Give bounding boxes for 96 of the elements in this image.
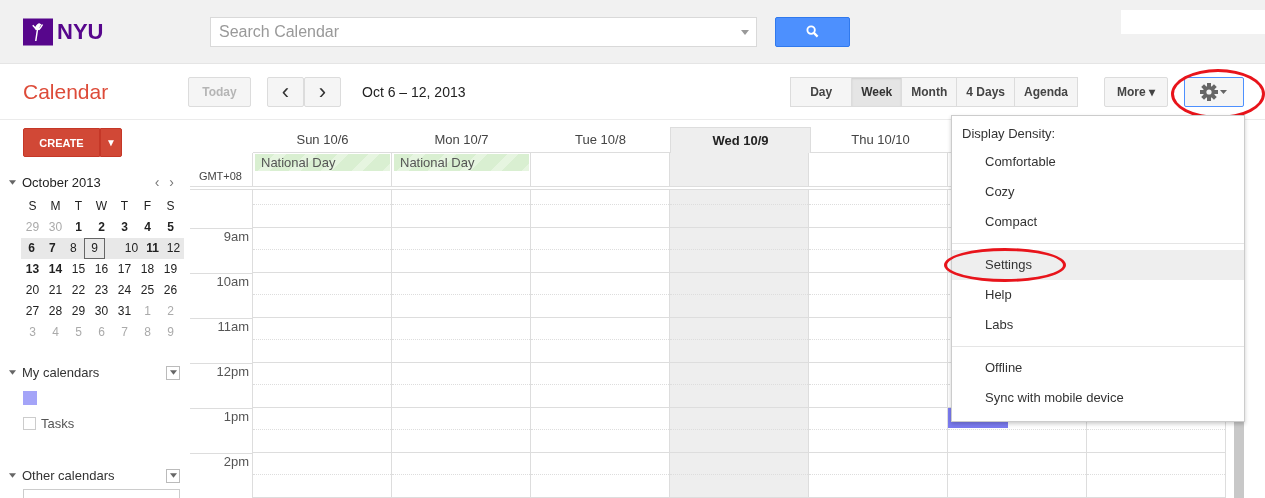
date-cell[interactable]: 12 (163, 239, 184, 258)
hour-label: 1pm (223, 409, 249, 424)
section-title: My calendars (22, 365, 101, 380)
date-cell[interactable]: 4 (136, 218, 159, 237)
date-cell[interactable]: 7 (41, 239, 63, 258)
app-title: Calendar (23, 79, 110, 104)
menu-item[interactable]: Comfortable (952, 147, 1244, 177)
search-button[interactable] (775, 16, 850, 47)
create-button[interactable]: CREATE (23, 128, 100, 157)
collapse-icon (9, 473, 16, 478)
date-cell[interactable]: 30 (90, 302, 113, 321)
torch-logo-icon (23, 16, 53, 47)
hour-label: 2pm (223, 454, 249, 469)
day-header[interactable]: Thu 10/10 (811, 127, 950, 153)
menu-item[interactable]: Compact (952, 207, 1244, 237)
menu-item[interactable]: Settings (952, 250, 1244, 280)
hour-label: 11am (217, 319, 249, 334)
dropdown-button[interactable] (166, 468, 180, 483)
date-cell[interactable]: 8 (62, 239, 84, 258)
settings-icon (1199, 81, 1229, 102)
section-title: Other calendars (22, 468, 116, 483)
weekday-label: S (165, 198, 176, 215)
date-cell[interactable]: 15 (67, 260, 90, 279)
collapse-icon (9, 370, 16, 375)
weekday-label: W (94, 198, 109, 215)
all-day-event[interactable]: National Day (255, 154, 390, 171)
hour-label: 12pm (216, 364, 249, 379)
date-cell[interactable]: 24 (113, 281, 136, 300)
caret-icon (169, 370, 177, 375)
create-menu-button[interactable]: ▼ (100, 128, 122, 157)
day-header[interactable]: Sun 10/6 (253, 127, 392, 153)
date-cell[interactable]: 3 (113, 218, 136, 237)
previous-button[interactable]: ‹ (267, 76, 304, 107)
view-tab[interactable]: Month (901, 76, 958, 107)
date-cell[interactable]: 2 (90, 218, 113, 237)
month-title: October 2013 (22, 174, 102, 190)
view-tab[interactable]: Agenda (1014, 76, 1078, 107)
date-cell[interactable]: 26 (159, 281, 182, 300)
view-tab[interactable]: Week (851, 76, 903, 107)
date-cell[interactable]: 13 (21, 260, 44, 279)
menu-item[interactable]: Cozy (952, 177, 1244, 207)
date-cell[interactable]: 25 (136, 281, 159, 300)
date-cell[interactable]: 5 (159, 218, 182, 237)
search-icon (806, 25, 819, 38)
weekday-label: M (49, 198, 62, 215)
date-cell[interactable]: 23 (90, 281, 113, 300)
date-cell[interactable]: 6 (21, 239, 42, 258)
date-cell[interactable]: 28 (44, 302, 67, 321)
weekday-label: F (142, 198, 153, 215)
date-cell[interactable]: 10 (121, 239, 143, 258)
menu-item[interactable]: Labs (952, 310, 1244, 340)
menu-heading: Display Density: (961, 125, 1057, 143)
settings-button[interactable] (1184, 76, 1244, 107)
more-button[interactable]: More ▾ (1104, 76, 1168, 107)
date-cell[interactable]: 14 (44, 260, 67, 279)
date-cell[interactable]: 18 (136, 260, 159, 279)
date-range: Oct 6 – 12, 2013 (362, 83, 466, 100)
date-cell[interactable]: 17 (113, 260, 136, 279)
caret-icon (741, 29, 749, 35)
all-day-event[interactable]: National Day (394, 154, 529, 171)
dropdown-button[interactable] (166, 365, 180, 380)
view-tab[interactable]: Day (790, 76, 853, 107)
collapse-icon (9, 179, 16, 185)
menu-item[interactable]: Sync with mobile device (952, 383, 1244, 413)
date-cell[interactable]: 29 (67, 302, 90, 321)
weekday-label: T (73, 198, 84, 215)
date-cell[interactable]: 31 (113, 302, 136, 321)
date-cell[interactable]: 11 (142, 239, 163, 258)
timezone-label: GMT+08 (198, 170, 242, 182)
previous-month-button[interactable]: ‹ (149, 174, 165, 190)
view-tab[interactable]: 4 Days (956, 76, 1015, 107)
date-cell[interactable]: 27 (21, 302, 44, 321)
checkbox[interactable] (23, 417, 36, 430)
date-cell[interactable]: 9 (83, 238, 106, 259)
menu-item[interactable]: Help (952, 280, 1244, 310)
hour-label: 9am (223, 229, 249, 244)
date-cell[interactable]: 1 (67, 218, 90, 237)
hour-label: 10am (216, 274, 249, 289)
date-cell[interactable]: 19 (159, 260, 182, 279)
weekday-label: S (27, 198, 38, 215)
caret-icon (169, 473, 177, 478)
calendar-label: Tasks (41, 416, 75, 431)
date-cell[interactable]: 20 (21, 281, 44, 300)
logo-text: NYU (57, 18, 104, 45)
search-field[interactable]: Search Calendar (210, 16, 757, 47)
weekday-label: T (119, 198, 130, 215)
date-cell[interactable]: 16 (90, 260, 113, 279)
selected-week-row[interactable]: 6 7 8 9 10 11 12 (21, 238, 184, 259)
next-month-button[interactable]: › (164, 174, 179, 190)
day-header[interactable]: Mon 10/7 (392, 127, 531, 153)
day-header[interactable]: Wed 10/9 (670, 127, 811, 153)
menu-item[interactable]: Offline (952, 353, 1244, 383)
date-cell[interactable]: 22 (67, 281, 90, 300)
next-button[interactable]: › (304, 76, 341, 107)
date-cell[interactable]: 21 (44, 281, 67, 300)
calendar-swatch[interactable] (23, 390, 37, 405)
